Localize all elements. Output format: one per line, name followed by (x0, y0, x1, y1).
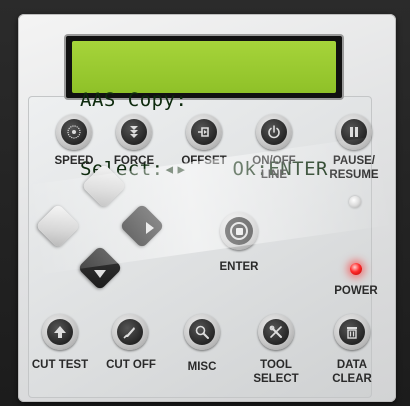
online-label-1: ON/OFF (252, 155, 296, 167)
force-arrows-icon (121, 119, 147, 145)
data-clear-button[interactable] (334, 314, 370, 350)
pause-resume-button[interactable] (336, 114, 372, 150)
enter-icon (230, 222, 248, 240)
misc-label: MISC (187, 361, 217, 373)
tool-label-1: TOOL (260, 359, 292, 371)
power-icon (261, 119, 287, 145)
knife-icon (117, 319, 143, 345)
force-label: FORCE (113, 155, 155, 167)
cut-off-label: CUT OFF (106, 359, 156, 371)
magnifier-icon (189, 319, 215, 345)
pause-icon (341, 119, 367, 145)
enter-label: ENTER (219, 261, 259, 273)
speed-button[interactable] (56, 114, 92, 150)
offset-icon (191, 119, 217, 145)
down-arrow-icon (94, 270, 106, 278)
pause-led (349, 196, 361, 208)
lcd-line-1: AAS Copy: (80, 89, 188, 111)
tools-icon (263, 319, 289, 345)
trash-icon (339, 319, 365, 345)
data-label-1: DATA (336, 359, 368, 371)
misc-button[interactable] (184, 314, 220, 350)
speed-dial-icon (61, 119, 87, 145)
lcd-display: AAS Copy: Select:◂▸ Ok:ENTER (72, 41, 336, 180)
lcd-frame: AAS Copy: Select:◂▸ Ok:ENTER (66, 36, 342, 180)
offset-label: OFFSET (181, 155, 227, 167)
right-arrow-icon (146, 222, 154, 234)
cut-off-button[interactable] (112, 314, 148, 350)
power-led (350, 263, 362, 275)
tool-label-2: SELECT (253, 373, 299, 385)
cut-test-label: CUT TEST (31, 359, 89, 371)
online-button[interactable] (256, 114, 292, 150)
pause-label-1: PAUSE/ (333, 155, 375, 167)
force-button[interactable] (116, 114, 152, 150)
pause-label-2: RESUME (329, 169, 379, 181)
speed-label: SPEED (54, 155, 94, 167)
cut-test-button[interactable] (42, 314, 78, 350)
up-arrow-icon (47, 319, 73, 345)
offset-button[interactable] (186, 114, 222, 150)
enter-button[interactable] (220, 212, 258, 250)
online-label-2: LINE (260, 169, 288, 181)
power-label: POWER (334, 285, 378, 297)
tool-select-button[interactable] (258, 314, 294, 350)
data-label-2: CLEAR (332, 373, 372, 385)
